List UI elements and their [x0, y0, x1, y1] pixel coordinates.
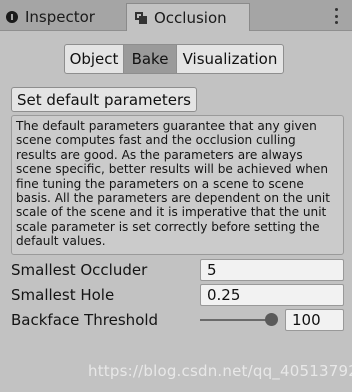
smallest-hole-label: Smallest Hole [11, 286, 115, 304]
smallest-occluder-label: Smallest Occluder [11, 261, 148, 279]
help-box: The default parameters guarantee that an… [11, 115, 344, 255]
set-default-parameters-button[interactable]: Set default parameters [11, 87, 197, 112]
info-icon [6, 11, 18, 23]
backface-threshold-row: Backface Threshold 100 [11, 309, 344, 331]
smallest-hole-row: Smallest Hole 0.25 [11, 284, 344, 306]
mode-bake-button[interactable]: Bake [123, 44, 177, 74]
backface-threshold-field[interactable]: 100 [285, 309, 344, 331]
mode-visualization-button[interactable]: Visualization [176, 44, 284, 74]
tab-occlusion[interactable]: Occlusion [126, 3, 250, 31]
kebab-menu-icon[interactable] [334, 8, 338, 24]
mode-toolbar: Object Bake Visualization [64, 44, 284, 74]
smallest-occluder-field[interactable]: 5 [200, 259, 344, 281]
tab-bar: Inspector Occlusion [0, 0, 352, 31]
tab-inspector[interactable]: Inspector [0, 4, 126, 30]
tab-occlusion-label: Occlusion [154, 8, 227, 27]
backface-threshold-slider-thumb[interactable] [265, 313, 278, 326]
mode-object-button[interactable]: Object [64, 44, 124, 74]
tab-inspector-label: Inspector [25, 8, 95, 26]
occlusion-icon [135, 11, 147, 24]
watermark: https://blog.csdn.net/qq_40513792 [88, 362, 352, 380]
backface-threshold-label: Backface Threshold [11, 311, 159, 329]
smallest-occluder-row: Smallest Occluder 5 [11, 259, 344, 281]
smallest-hole-field[interactable]: 0.25 [200, 284, 344, 306]
